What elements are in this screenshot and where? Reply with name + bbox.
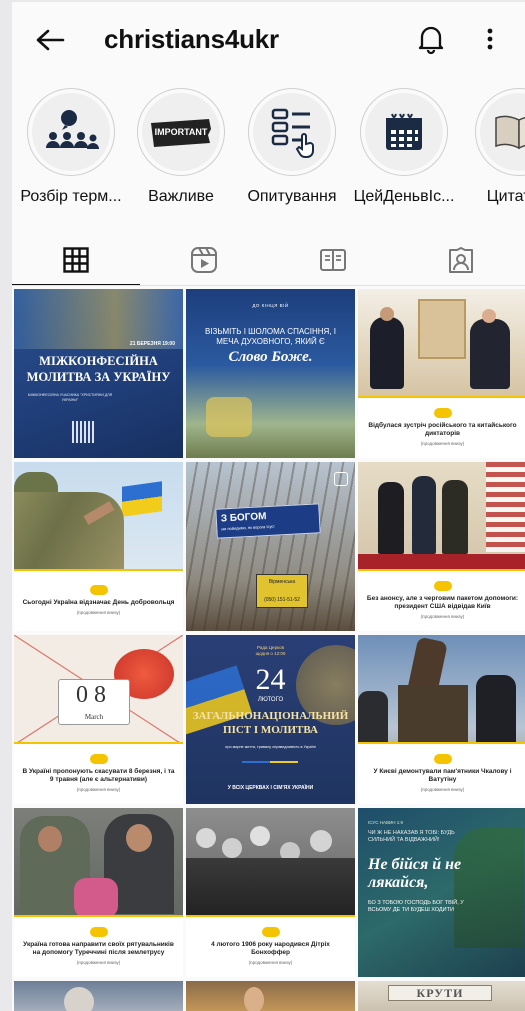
calendar-icon <box>386 113 422 150</box>
tagged-person-icon <box>449 247 473 273</box>
tab-divider <box>12 285 525 286</box>
highlight-label: Цитати з <box>486 188 525 205</box>
post-caption: Сьогодні Україна відзначає День добровол… <box>22 598 175 606</box>
post-title: МІЖКОНФЕСІЙНА МОЛИТВА ЗА УКРАЇНУ <box>26 354 171 385</box>
post-caption: Без анонсу, але з черговим пакетом допом… <box>366 594 519 610</box>
highlight-label: Важливе <box>148 188 214 205</box>
post-tile[interactable]: Сьогодні Україна відзначає День добровол… <box>14 462 183 631</box>
open-book-icon <box>495 115 525 150</box>
poll-list-icon <box>271 108 314 158</box>
people-discussion-icon <box>46 110 99 149</box>
post-tile[interactable]: Відбулася зустріч російського та китайсь… <box>358 289 525 458</box>
post-tile[interactable]: У Києві демонтували пам'ятники Чкалову і… <box>358 635 525 804</box>
highlight-item[interactable]: ЦейДеньвІс... <box>349 88 459 206</box>
post-tile[interactable]: КРУТИ <box>358 981 525 1011</box>
post-caption: Україна готова направити своїх рятувальн… <box>23 940 174 956</box>
important-banner-icon: IMPORTANT <box>151 119 211 147</box>
profile-username: christians4ukr <box>104 24 279 54</box>
post-tile[interactable]: 21 БЕРЕЗНЯ 19:00 МІЖКОНФЕСІЙНА МОЛИТВА З… <box>14 289 183 458</box>
post-tile[interactable]: З БОГОМ ми победимо, як ворога Ісус! Вір… <box>186 462 355 631</box>
highlight-item[interactable]: IMPORTANT Важливе <box>126 88 236 206</box>
tab-guides[interactable] <box>269 234 397 286</box>
highlight-item[interactable]: Опитування <box>237 88 347 206</box>
post-tile[interactable]: 08 March В Україні пропонують скасувати … <box>14 635 183 804</box>
grid-icon <box>63 247 89 273</box>
highlight-label: Розбір терм... <box>20 188 122 205</box>
post-caption: Відбулася зустріч російського та китайсь… <box>368 421 517 437</box>
highlight-label: ЦейДеньвІс... <box>353 188 455 205</box>
qr-code <box>72 421 94 443</box>
post-tile[interactable]: Україна готова направити своїх рятувальн… <box>14 808 183 977</box>
highlight-item[interactable]: Розбір терм... <box>16 88 126 206</box>
tab-reels[interactable] <box>140 234 268 286</box>
post-tile[interactable] <box>14 981 183 1011</box>
highlight-item[interactable]: Цитати з <box>464 88 525 206</box>
tab-tagged[interactable] <box>397 234 525 286</box>
guide-book-icon <box>320 249 346 271</box>
tab-grid[interactable] <box>12 234 140 286</box>
post-caption: 4 лютого 1906 року народився Дітріх Бонх… <box>211 940 330 956</box>
back-arrow-icon[interactable] <box>34 24 66 56</box>
svg-text:IMPORTANT: IMPORTANT <box>155 127 208 137</box>
post-tile[interactable] <box>186 981 355 1011</box>
post-tile[interactable]: 4 лютого 1906 року народився Дітріх Бонх… <box>186 808 355 977</box>
phone-screen: christians4ukr Розбір терм... IMPORTANT … <box>12 2 525 1011</box>
highlight-label: Опитування <box>247 188 337 205</box>
post-tile[interactable]: ДО КІНЦЯ ВІЙ Візьміть і шолома спасіння,… <box>186 289 355 458</box>
post-caption: У Києві демонтували пам'ятники Чкалову і… <box>373 767 512 783</box>
notification-bell-icon[interactable] <box>414 22 448 56</box>
profile-tabs <box>12 234 525 286</box>
more-options-icon[interactable] <box>480 22 500 56</box>
reels-icon <box>191 247 217 273</box>
post-tile[interactable]: Без анонсу, але з черговим пакетом допом… <box>358 462 525 631</box>
story-highlights: Розбір терм... IMPORTANT Важливе Опитува… <box>12 88 525 218</box>
multi-image-icon <box>334 472 348 486</box>
post-tile[interactable]: Рада Церков щодня о 12:00 24 ЛЮТОГО ЗАГА… <box>186 635 355 804</box>
post-caption: В Україні пропонують скасувати 8 березня… <box>22 767 175 783</box>
post-tile[interactable]: ІСУС НАВИН 1:9 ЧИ Ж НЕ НАКАЗАВ Я ТОБІ: Б… <box>358 808 525 977</box>
